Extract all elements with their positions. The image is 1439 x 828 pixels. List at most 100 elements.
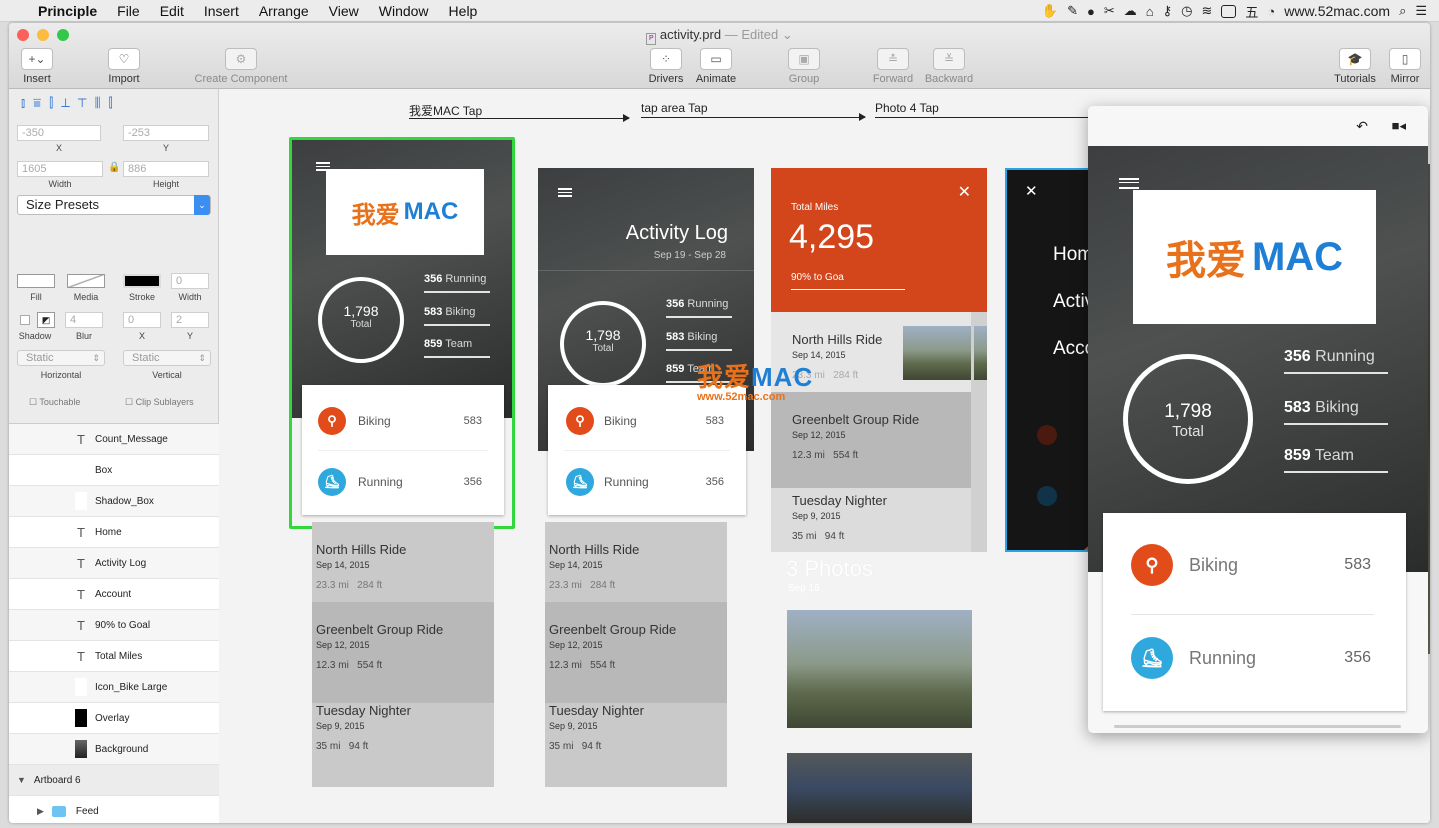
layer-item[interactable]: Background: [9, 734, 219, 765]
stroke-swatch[interactable]: [123, 274, 161, 288]
connection-arrow[interactable]: [409, 114, 630, 122]
menu-file[interactable]: File: [117, 3, 140, 19]
lock-icon[interactable]: 🔒: [108, 162, 120, 173]
ride-item[interactable]: Tuesday Nighter Sep 9, 2015 35 mi 94 ft: [549, 703, 644, 752]
record-video-icon[interactable]: ■◂: [1392, 118, 1406, 134]
stroke-width-field[interactable]: 0: [171, 273, 209, 289]
hamburger-menu-icon[interactable]: [1119, 178, 1139, 189]
menu-insert[interactable]: Insert: [204, 3, 239, 19]
running-row[interactable]: ⛸ Running 356: [302, 466, 504, 498]
penguin-icon[interactable]: ●: [1087, 4, 1095, 19]
chevron-down-icon[interactable]: ⌄: [194, 195, 210, 215]
biking-row[interactable]: ⚲ Biking 583: [302, 405, 504, 437]
layer-item[interactable]: T Activity Log: [9, 548, 219, 579]
hamburger-menu-icon[interactable]: [558, 188, 572, 197]
brand-logo[interactable]: 我爱 MAC: [1133, 190, 1376, 324]
backward-button[interactable]: ≚ Backward: [922, 48, 976, 85]
shadow-color-swatch[interactable]: ◩: [37, 312, 55, 328]
create-component-button[interactable]: ⚙ Create Component: [189, 48, 293, 85]
chevron-down-icon[interactable]: ⌄: [782, 27, 793, 42]
airplay-icon[interactable]: ⌂: [1146, 4, 1154, 19]
menu-app-name[interactable]: Principle: [38, 3, 97, 19]
layer-item[interactable]: T 90% to Goal: [9, 610, 219, 641]
ride-photo[interactable]: [974, 326, 987, 380]
shadow-y-field[interactable]: 2: [171, 312, 209, 328]
insert-button[interactable]: +⌄ Insert: [17, 48, 57, 85]
touchable-checkbox[interactable]: ☐ Touchable: [29, 397, 80, 408]
disclosure-right-icon[interactable]: ▶: [37, 806, 44, 817]
ride-item[interactable]: North Hills Ride Sep 14, 2015 23.3 mi 284 …: [549, 542, 639, 591]
wifi-icon[interactable]: ≋: [1201, 3, 1212, 19]
undo-icon[interactable]: ↶: [1356, 118, 1368, 135]
ride-item[interactable]: Tuesday Nighter Sep 9, 2015 35 mi 94 ft: [792, 493, 887, 542]
close-icon[interactable]: ✕: [958, 182, 971, 202]
tutorials-button[interactable]: 🎓 Tutorials: [1331, 48, 1379, 85]
align-tools-icon[interactable]: ⫾⩸⫿⊥⊤⫼⫿: [21, 95, 121, 111]
menu-arrange[interactable]: Arrange: [259, 3, 309, 19]
battery-icon[interactable]: [1221, 4, 1237, 18]
group-button[interactable]: ▣ Group: [785, 48, 823, 85]
menu-edit[interactable]: Edit: [160, 3, 184, 19]
artboard-group-row[interactable]: ▼ Artboard 6: [9, 765, 219, 796]
brand-logo[interactable]: 我爱 MAC: [326, 169, 484, 255]
blur-field[interactable]: 4: [65, 312, 103, 328]
scroll-indicator[interactable]: [1114, 725, 1401, 728]
fill-swatch[interactable]: [17, 274, 55, 288]
layer-item[interactable]: Icon_Bike Large: [9, 672, 219, 703]
spotlight-search-icon[interactable]: ⌕: [1399, 3, 1406, 19]
media-swatch[interactable]: [67, 274, 105, 288]
y-field[interactable]: -253: [123, 125, 209, 141]
layer-item[interactable]: T Account: [9, 579, 219, 610]
close-icon[interactable]: ✕: [1025, 182, 1038, 200]
running-row[interactable]: ⛸ Running 356: [1103, 636, 1406, 680]
drivers-button[interactable]: ⁘ Drivers: [646, 48, 686, 85]
document-status[interactable]: — Edited: [725, 27, 778, 42]
mirror-button[interactable]: ▯ Mirror: [1385, 48, 1425, 85]
input-method-icon[interactable]: 五: [1245, 2, 1258, 21]
height-field[interactable]: 886: [123, 161, 209, 177]
clip-sublayers-checkbox[interactable]: ☐ Clip Sublayers: [125, 397, 194, 408]
layer-item[interactable]: T Total Miles: [9, 641, 219, 672]
artboard-home[interactable]: 我爱 MAC 1,798 Total 356 Running 583 Biking…: [292, 140, 512, 418]
animate-button[interactable]: ▭ Animate: [695, 48, 737, 85]
time-machine-icon[interactable]: ◷: [1181, 3, 1192, 19]
layer-item[interactable]: T Count_Message: [9, 424, 219, 455]
ride-photo[interactable]: [787, 610, 972, 728]
hand-icon[interactable]: ✋: [1042, 3, 1058, 19]
forward-button[interactable]: ≛ Forward: [871, 48, 915, 85]
ride-item[interactable]: Greenbelt Group Ride Sep 12, 2015 12.3 mi …: [792, 412, 919, 461]
menu-window[interactable]: Window: [379, 3, 429, 19]
layer-item[interactable]: T Home: [9, 517, 219, 548]
scissors-icon[interactable]: ✂: [1104, 3, 1115, 19]
preview-window[interactable]: ↶ ■◂ 我爱 MAC 1,798 Total 356 Running 583 B…: [1088, 106, 1428, 733]
width-field[interactable]: 1605: [17, 161, 103, 177]
menu-view[interactable]: View: [329, 3, 359, 19]
horizontal-select[interactable]: Static ⇕: [17, 350, 105, 366]
ride-item[interactable]: Greenbelt Group Ride Sep 12, 2015 12.3 mi …: [549, 622, 676, 671]
disclosure-down-icon[interactable]: ▼: [17, 775, 26, 785]
ride-photo[interactable]: [787, 753, 972, 823]
status-icon[interactable]: ✎: [1067, 3, 1078, 19]
layer-item[interactable]: Overlay: [9, 703, 219, 734]
import-button[interactable]: ♡ Import: [104, 48, 144, 85]
ride-item[interactable]: Tuesday Nighter Sep 9, 2015 35 mi 94 ft: [316, 703, 411, 752]
feed-group-row[interactable]: ▶ Feed: [9, 796, 219, 823]
size-presets-select[interactable]: Size Presets ⌄: [17, 195, 211, 215]
biking-row[interactable]: ⚲ Biking 583: [548, 405, 746, 437]
canvas[interactable]: 我爱MAC Tap tap area Tap Photo 4 Tap 我爱 MAC…: [220, 89, 1430, 823]
shadow-x-field[interactable]: 0: [123, 312, 161, 328]
connection-arrow[interactable]: [641, 113, 866, 121]
running-row[interactable]: ⛸ Running 356: [548, 466, 746, 498]
vertical-select[interactable]: Static ⇕: [123, 350, 211, 366]
menu-help[interactable]: Help: [449, 3, 478, 19]
layer-item[interactable]: Shadow_Box: [9, 486, 219, 517]
shadow-checkbox[interactable]: [20, 315, 30, 325]
notification-center-icon[interactable]: ☰: [1415, 3, 1427, 19]
ride-photo[interactable]: [903, 326, 971, 380]
key-icon[interactable]: ⚷: [1163, 3, 1173, 19]
clock-icon[interactable]: ◔: [1267, 4, 1275, 19]
ride-item[interactable]: North Hills Ride Sep 14, 2015 23.3 mi 284 …: [316, 542, 406, 591]
biking-row[interactable]: ⚲ Biking 583: [1103, 543, 1406, 587]
cloud-icon[interactable]: ☁: [1124, 3, 1137, 19]
layer-item[interactable]: Box: [9, 455, 219, 486]
